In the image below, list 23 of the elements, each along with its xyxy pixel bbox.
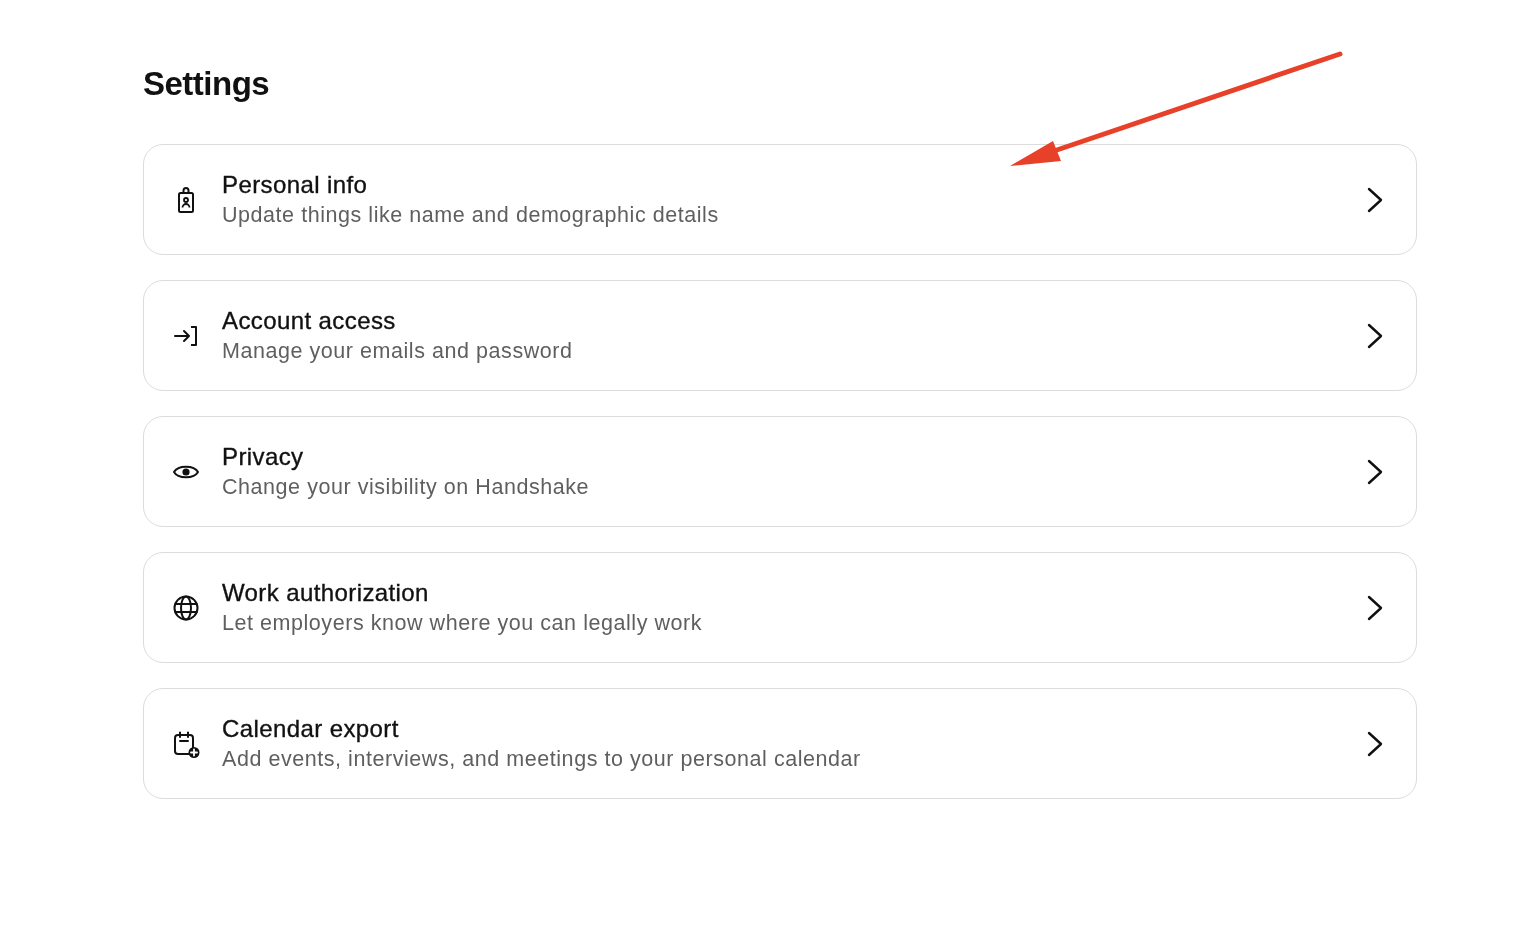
- item-description: Update things like name and demographic details: [222, 201, 719, 229]
- settings-item[interactable]: Privacy Change your visibility on Handshake: [143, 416, 1417, 527]
- settings-item[interactable]: Work authorization Let employers know where you can legally work: [143, 552, 1417, 663]
- item-title: Account access: [222, 305, 396, 336]
- chevron-right-icon: [1366, 730, 1384, 757]
- chevron-right-icon: [1366, 186, 1384, 213]
- page-heading: Settings: [143, 64, 270, 104]
- item-title: Personal info: [222, 169, 368, 200]
- calendar-add-icon: [172, 729, 200, 758]
- item-description: Add events, interviews, and meetings to your personal calendar: [222, 745, 861, 773]
- item-description: Change your visibility on Handshake: [222, 473, 590, 501]
- settings-item[interactable]: Account access Manage your emails and password: [143, 280, 1417, 391]
- settings-item[interactable]: Calendar export Add events, interviews, and meetings to your personal calendar: [143, 688, 1417, 799]
- settings-item[interactable]: Personal info Update things like name and demographic details: [143, 144, 1417, 255]
- globe-icon: [172, 593, 200, 622]
- chevron-right-icon: [1366, 594, 1384, 621]
- item-description: Manage your emails and password: [222, 337, 573, 365]
- item-title: Work authorization: [222, 577, 429, 608]
- chevron-right-icon: [1366, 322, 1384, 349]
- chevron-right-icon: [1366, 458, 1384, 485]
- item-description: Let employers know where you can legally work: [222, 609, 703, 637]
- item-title: Calendar export: [222, 713, 399, 744]
- item-title: Privacy: [222, 441, 304, 472]
